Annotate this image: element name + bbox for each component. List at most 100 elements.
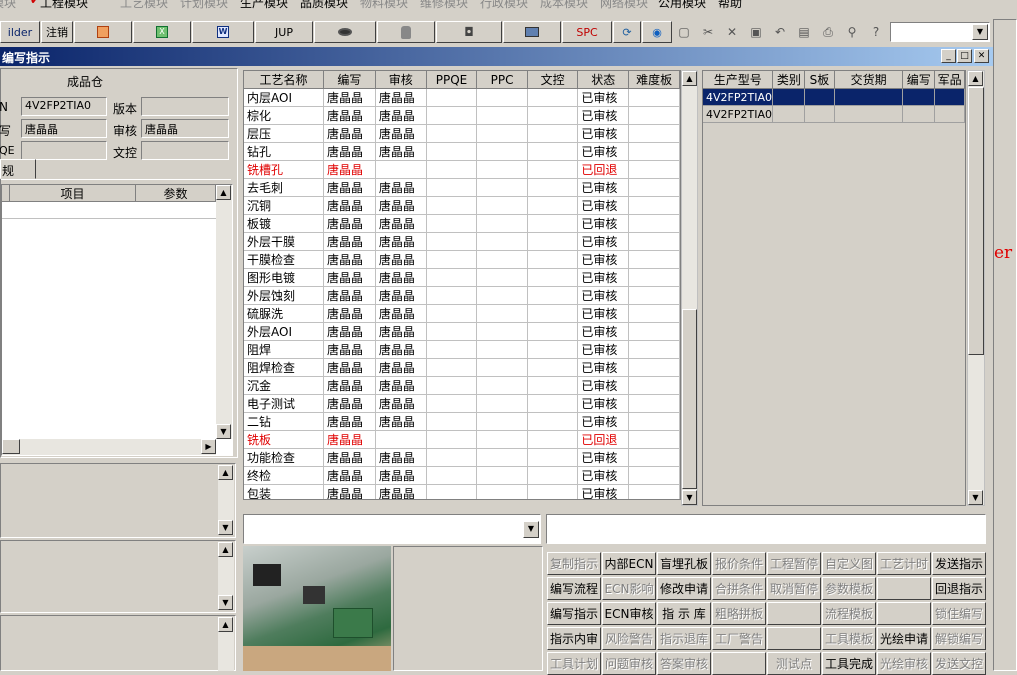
memo2-vscroll[interactable]: ▲ ▼ bbox=[218, 542, 234, 610]
process-name-cell[interactable]: 去毛刺 bbox=[244, 178, 325, 197]
doc-control-cell[interactable] bbox=[527, 124, 579, 143]
table-row[interactable]: 外层蚀刻 唐晶晶 唐晶晶 已审核 bbox=[244, 286, 680, 305]
menu-item[interactable]: 品质模块 bbox=[300, 0, 348, 11]
writer-cell[interactable]: 唐晶晶 bbox=[323, 394, 376, 413]
ppqe-cell[interactable] bbox=[426, 196, 478, 215]
ppc-cell[interactable] bbox=[476, 358, 528, 377]
table-row[interactable]: 电子测试 唐晶晶 唐晶晶 已审核 bbox=[244, 394, 680, 413]
process-name-cell[interactable]: 沉金 bbox=[244, 376, 325, 395]
writer-cell[interactable]: 唐晶晶 bbox=[323, 448, 376, 467]
status-cell[interactable]: 已审核 bbox=[577, 448, 630, 467]
network-button[interactable]: ◘ bbox=[436, 21, 502, 43]
action-button[interactable]: 锁住编写 bbox=[932, 602, 986, 625]
maximize-button[interactable]: □ bbox=[957, 49, 972, 63]
status-cell[interactable]: 已审核 bbox=[577, 394, 630, 413]
model-grid[interactable]: 生产型号 类别 S板 交货期 编写 军品 4V2FP2TIA0 4V2FP2TIA0 bbox=[702, 70, 966, 506]
ppqe-cell[interactable] bbox=[426, 214, 478, 233]
action-button[interactable]: 合拼条件 bbox=[712, 577, 766, 600]
menu-item[interactable]: 维修模块 bbox=[420, 0, 468, 11]
table-row[interactable]: 阻焊检查 唐晶晶 唐晶晶 已审核 bbox=[244, 358, 680, 377]
reviewer-cell[interactable] bbox=[375, 160, 427, 179]
memo-box-1[interactable]: ▲ ▼ bbox=[0, 463, 236, 538]
reviewer-cell[interactable]: 唐晶晶 bbox=[375, 466, 427, 485]
ppqe-cell[interactable] bbox=[426, 124, 478, 143]
status-cell[interactable]: 已审核 bbox=[577, 142, 630, 161]
doc-control-cell[interactable] bbox=[527, 232, 579, 251]
doc-control-cell[interactable] bbox=[527, 178, 579, 197]
process-name-cell[interactable]: 阻焊 bbox=[244, 340, 325, 359]
scroll-up-icon[interactable]: ▲ bbox=[216, 185, 231, 200]
status-cell[interactable]: 已审核 bbox=[577, 196, 630, 215]
status-cell[interactable]: 已回退 bbox=[577, 430, 630, 449]
status-cell[interactable]: 已审核 bbox=[577, 268, 630, 287]
memo1-vscroll[interactable]: ▲ ▼ bbox=[218, 465, 234, 535]
new-file-icon[interactable]: ▢ bbox=[674, 22, 694, 42]
status-cell[interactable]: 已审核 bbox=[577, 358, 630, 377]
model-attr-cell[interactable] bbox=[772, 105, 806, 123]
ppc-cell[interactable] bbox=[476, 124, 528, 143]
action-button[interactable]: 指示退库 bbox=[657, 627, 711, 650]
table-row[interactable]: 包装 唐晶晶 唐晶晶 已审核 bbox=[244, 484, 680, 499]
ppc-cell[interactable] bbox=[476, 160, 528, 179]
action-button[interactable]: 指 示 库 bbox=[657, 602, 711, 625]
action-button[interactable]: 发送文控 bbox=[932, 652, 986, 675]
action-button[interactable]: ECN审核 bbox=[602, 602, 656, 625]
database-button[interactable] bbox=[377, 21, 435, 43]
action-button[interactable]: 发送指示 bbox=[932, 552, 986, 575]
ppc-cell[interactable] bbox=[476, 340, 528, 359]
reviewer-cell[interactable]: 唐晶晶 bbox=[375, 268, 427, 287]
reviewer-cell[interactable]: 唐晶晶 bbox=[375, 88, 427, 107]
reviewer-cell[interactable]: 唐晶晶 bbox=[375, 484, 427, 499]
reviewer-cell[interactable]: 唐晶晶 bbox=[375, 376, 427, 395]
writer-cell[interactable]: 唐晶晶 bbox=[323, 466, 376, 485]
table-row[interactable]: 层压 唐晶晶 唐晶晶 已审核 bbox=[244, 124, 680, 143]
action-button[interactable]: 工具完成 bbox=[822, 652, 876, 675]
print-preview-icon[interactable]: ▤ bbox=[794, 22, 814, 42]
reviewer-cell[interactable]: 唐晶晶 bbox=[375, 412, 427, 431]
process-name-cell[interactable]: 二钻 bbox=[244, 412, 325, 431]
difficulty-cell[interactable] bbox=[628, 178, 680, 197]
reviewer-cell[interactable]: 唐晶晶 bbox=[375, 250, 427, 269]
ppqe-cell[interactable] bbox=[426, 394, 478, 413]
menu-item[interactable]: 成本模块 bbox=[540, 0, 588, 11]
table-row[interactable]: 铣槽孔 唐晶晶 已回退 bbox=[244, 160, 680, 179]
ppc-cell[interactable] bbox=[476, 376, 528, 395]
writer-cell[interactable]: 唐晶晶 bbox=[323, 106, 376, 125]
process-name-cell[interactable]: 干膜检查 bbox=[244, 250, 325, 269]
undo-icon[interactable]: ↶ bbox=[770, 22, 790, 42]
column-header[interactable]: PPQE bbox=[426, 71, 478, 89]
action-button[interactable]: 工具模板 bbox=[822, 627, 876, 650]
eye-button[interactable] bbox=[314, 21, 376, 43]
table-row[interactable]: 二钻 唐晶晶 唐晶晶 已审核 bbox=[244, 412, 680, 431]
pn-field[interactable]: 4V2FP2TIA0 bbox=[21, 97, 107, 116]
tab-general[interactable]: 规 bbox=[0, 159, 36, 179]
logout-button[interactable]: 注销 bbox=[41, 21, 73, 43]
action-button[interactable]: 粗略拼板 bbox=[712, 602, 766, 625]
ppc-cell[interactable] bbox=[476, 196, 528, 215]
action-button[interactable]: 工具计划 bbox=[547, 652, 601, 675]
process-name-cell[interactable]: 电子测试 bbox=[244, 394, 325, 413]
table-row[interactable]: 外层AOI 唐晶晶 唐晶晶 已审核 bbox=[244, 322, 680, 341]
scroll-thumb[interactable] bbox=[682, 309, 697, 489]
col-item-header[interactable]: 项目 bbox=[10, 185, 136, 202]
writer-cell[interactable]: 唐晶晶 bbox=[323, 88, 376, 107]
doc-control-cell[interactable] bbox=[527, 142, 579, 161]
process-name-cell[interactable]: 硫脲洗 bbox=[244, 304, 325, 323]
process-name-cell[interactable]: 钻孔 bbox=[244, 142, 325, 161]
doc-control-cell[interactable] bbox=[527, 214, 579, 233]
save-icon[interactable]: ▣ bbox=[746, 22, 766, 42]
difficulty-cell[interactable] bbox=[628, 142, 680, 161]
action-button[interactable]: 指示内审 bbox=[547, 627, 601, 650]
reviewer-cell[interactable]: 唐晶晶 bbox=[375, 106, 427, 125]
difficulty-cell[interactable] bbox=[628, 376, 680, 395]
refresh-button[interactable]: ⟳ bbox=[613, 21, 641, 43]
model-attr-cell[interactable] bbox=[834, 88, 904, 106]
difficulty-cell[interactable] bbox=[628, 88, 680, 107]
model-cell[interactable]: 4V2FP2TIA0 bbox=[703, 88, 774, 106]
excel-button[interactable]: X bbox=[133, 21, 191, 43]
menu-item[interactable]: 模块 bbox=[0, 0, 16, 11]
difficulty-cell[interactable] bbox=[628, 286, 680, 305]
process-name-cell[interactable]: 终检 bbox=[244, 466, 325, 485]
table-row[interactable]: 沉金 唐晶晶 唐晶晶 已审核 bbox=[244, 376, 680, 395]
ppc-cell[interactable] bbox=[476, 88, 528, 107]
